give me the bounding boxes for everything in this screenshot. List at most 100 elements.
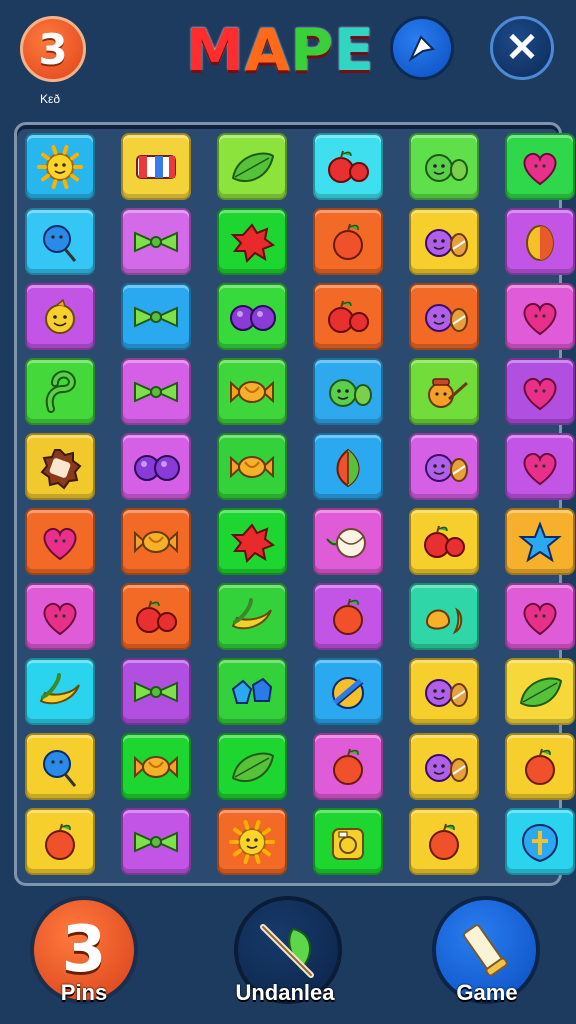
tile-r7-c3[interactable] [217,583,287,650]
tile-r7-c4[interactable] [313,583,383,650]
tile-r3-c4[interactable] [313,283,383,350]
bow-icon [134,680,178,703]
title-letter: P [290,16,335,84]
wrapped-candy-icon [134,530,178,553]
tile-r4-c6[interactable] [505,358,575,425]
tile-r10-c3[interactable] [217,808,287,875]
tile-r3-c6[interactable] [505,283,575,350]
tile-r6-c5[interactable] [409,508,479,575]
scroll-icon [463,924,508,977]
tile-r6-c2[interactable] [121,508,191,575]
tile-r7-c2[interactable] [121,583,191,650]
tile-r3-c2[interactable] [121,283,191,350]
apple-icon [525,748,555,785]
top-bar: 3 Kεð MAPE ✕ [0,0,576,110]
title-letter: E [334,16,375,84]
tile-r2-c5[interactable] [409,208,479,275]
tile-r3-c3[interactable] [217,283,287,350]
close-button[interactable]: ✕ [490,16,554,80]
tile-r4-c1[interactable] [25,358,95,425]
tile-r5-c2[interactable] [121,433,191,500]
bow-icon [134,305,178,328]
tile-r9-c2[interactable] [121,733,191,800]
tile-r1-c1[interactable] [25,133,95,200]
tile-r8-c1[interactable] [25,658,95,725]
tile-r5-c4[interactable] [313,433,383,500]
face-pair-icon [425,303,468,332]
tile-r2-c1[interactable] [25,208,95,275]
tile-r3-c5[interactable] [409,283,479,350]
tile-r8-c4[interactable] [313,658,383,725]
bow-icon [134,830,178,853]
tile-r1-c5[interactable] [409,133,479,200]
tile-r10-c1[interactable] [25,808,95,875]
share-button[interactable] [390,16,454,80]
level-badge[interactable]: 3 [20,16,86,82]
close-icon: ✕ [505,26,539,70]
bottom-bar: 3 Pins Undanlea Game [0,888,576,1024]
bow-icon [134,380,178,403]
shield-cross-icon [521,823,559,862]
apple-icon [45,823,75,860]
tile-r6-c6[interactable] [505,508,575,575]
tile-r6-c4[interactable] [313,508,383,575]
tile-r9-c1[interactable] [25,733,95,800]
star-icon [518,520,562,562]
tile-r10-c5[interactable] [409,808,479,875]
tile-r1-c2[interactable] [121,133,191,200]
tile-r9-c3[interactable] [217,733,287,800]
tile-r2-c6[interactable] [505,208,575,275]
leaf-icon [231,752,275,782]
tile-r5-c3[interactable] [217,433,287,500]
tile-r7-c5[interactable] [409,583,479,650]
tile-r4-c5[interactable] [409,358,479,425]
tile-r8-c3[interactable] [217,658,287,725]
game-label: Game [456,980,518,1005]
undo-label: Undanlea [235,980,335,1005]
heart-icon [43,527,77,560]
tile-r7-c6[interactable] [505,583,575,650]
banana-icon [39,672,80,704]
tile-r4-c2[interactable] [121,358,191,425]
tile-r9-c5[interactable] [409,733,479,800]
sun-icon [37,144,83,189]
tile-r6-c1[interactable] [25,508,95,575]
tile-r8-c6[interactable] [505,658,575,725]
face-leaf-icon [425,153,468,182]
tile-r9-c6[interactable] [505,733,575,800]
title-letter: M [186,16,245,84]
tile-r6-c3[interactable] [217,508,287,575]
game-title: MAPE [186,16,375,88]
face-pair-icon [425,753,468,782]
tile-r7-c1[interactable] [25,583,95,650]
tile-r3-c1[interactable] [25,283,95,350]
leaf-arrow-icon [260,924,314,978]
tile-r9-c4[interactable] [313,733,383,800]
apple-pair-icon [328,300,369,333]
tile-r5-c6[interactable] [505,433,575,500]
apple-icon [429,823,459,860]
apple-pair-icon [328,150,369,183]
tile-r2-c3[interactable] [217,208,287,275]
tile-r2-c4[interactable] [313,208,383,275]
tile-r2-c2[interactable] [121,208,191,275]
tile-r10-c2[interactable] [121,808,191,875]
tile-r8-c2[interactable] [121,658,191,725]
grape-pair-icon [134,454,180,481]
egg-icon [526,224,554,261]
tile-r5-c5[interactable] [409,433,479,500]
heart-icon [523,152,557,185]
tile-r4-c4[interactable] [313,358,383,425]
tile-r1-c4[interactable] [313,133,383,200]
apple-icon [333,748,363,785]
tile-r10-c4[interactable] [313,808,383,875]
tile-r5-c1[interactable] [25,433,95,500]
tile-r4-c3[interactable] [217,358,287,425]
tile-r8-c5[interactable] [409,658,479,725]
tile-r10-c6[interactable] [505,808,575,875]
heart-icon [43,602,77,635]
tile-r1-c6[interactable] [505,133,575,200]
tile-r1-c3[interactable] [217,133,287,200]
wrapped-candy-icon [230,380,274,403]
face-pin-icon [428,377,468,408]
